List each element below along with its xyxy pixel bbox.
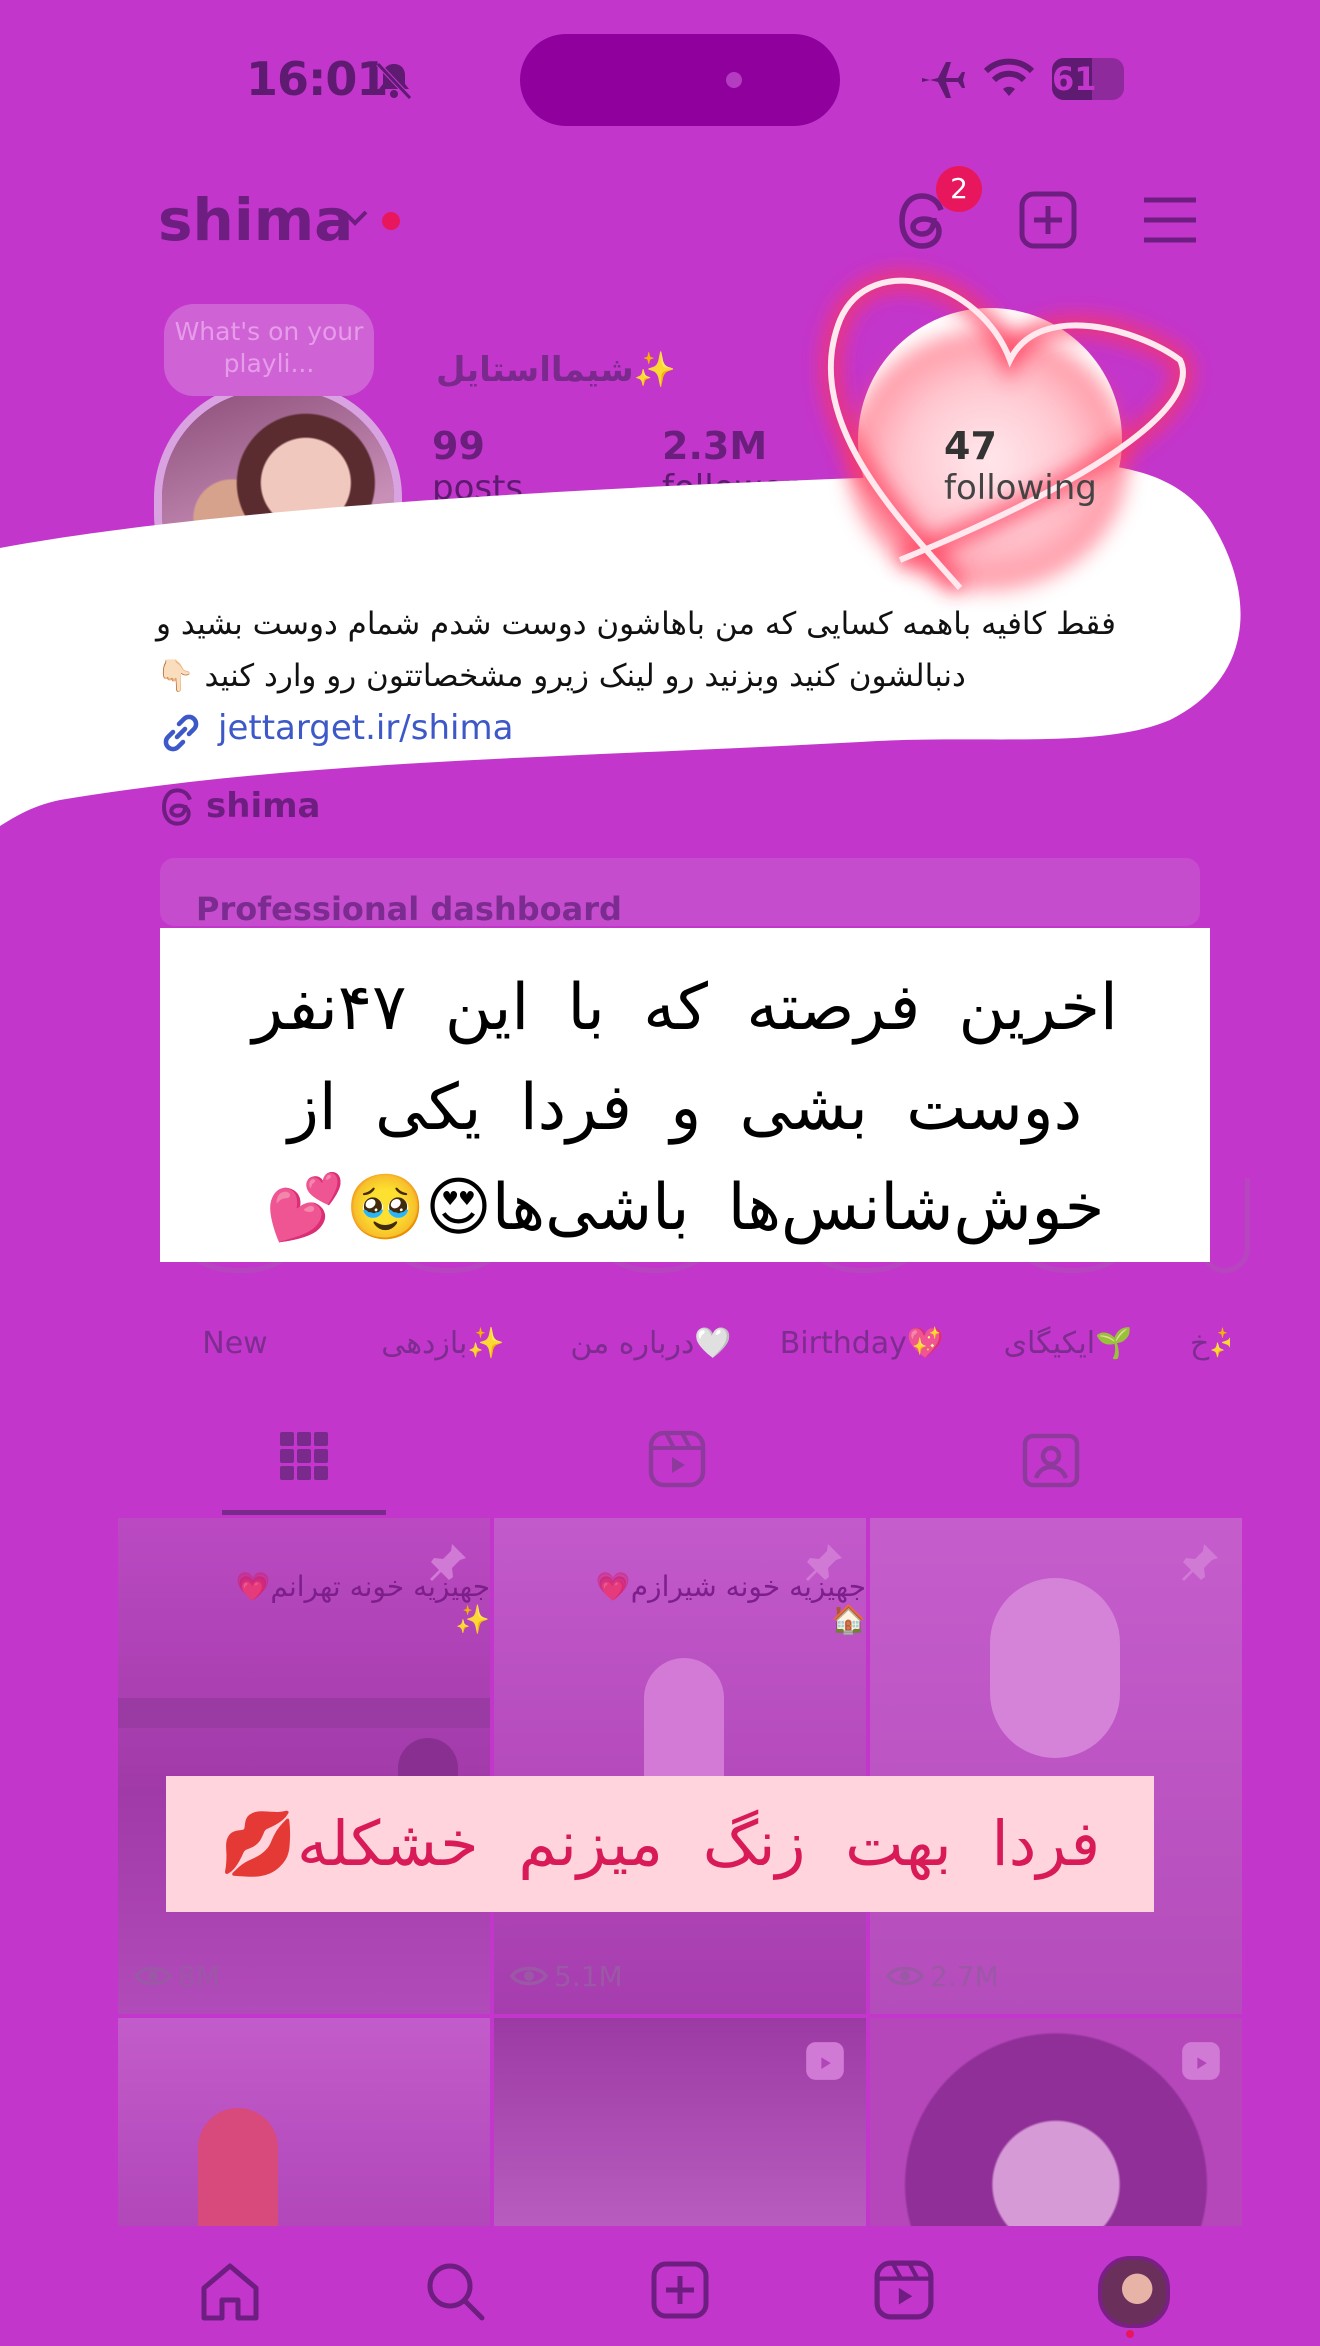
threads-profile-link[interactable]: shima	[206, 786, 320, 826]
nav-reels-icon[interactable]	[874, 2260, 934, 2320]
stat-label: following	[944, 468, 1097, 508]
highlight-label[interactable]: درباره من🤍	[551, 1326, 751, 1361]
caption-line: اخرین فرصته که با این ۴۷نفر	[252, 971, 1118, 1045]
grid-post[interactable]: جهیزیه خونه شیرازم💗🏠	[494, 1518, 866, 2014]
home-icon[interactable]	[198, 2262, 262, 2322]
profile-link[interactable]: jettarget.ir/shima	[218, 708, 513, 748]
bio-line: دنبالشون کنید وبزنید رو لینک زیرو مشخصات…	[156, 658, 966, 694]
eye-icon	[134, 1966, 172, 1986]
highlight-label[interactable]: بازدهی✨	[343, 1326, 543, 1361]
view-count: 8M	[178, 1960, 220, 1993]
pin-icon	[430, 1544, 466, 1581]
pin-icon	[806, 1544, 842, 1581]
nav-active-dot	[1126, 2330, 1134, 2338]
view-count: 2.7M	[930, 1960, 999, 1993]
torn-paper-overlay	[0, 271, 1241, 826]
grid-post[interactable]	[118, 2018, 490, 2226]
reels-tab-icon[interactable]	[648, 1430, 706, 1488]
highlight-label[interactable]: New	[135, 1326, 335, 1361]
story-caption-bottom: فردا بهت زنگ میزنم خشکله💋	[166, 1776, 1154, 1912]
caption-line: خوش‌شانس‌ها باشی‌ها😍🥹💕	[265, 1171, 1105, 1245]
highlight-label[interactable]: Birthday💖	[762, 1326, 962, 1361]
threads-small-icon	[161, 788, 192, 826]
active-tab-indicator	[222, 1510, 386, 1515]
stat-following[interactable]: 47 following	[944, 424, 1097, 508]
pin-icon	[1182, 1544, 1218, 1581]
grid-post[interactable]: جهیزیه خونه تهرانم💗✨	[118, 1518, 490, 2014]
bio-line: فقط کافیه باهمه کسایی که من باهاشون دوست…	[156, 606, 1116, 642]
link-icon	[163, 714, 199, 752]
view-count: 5.1M	[554, 1960, 623, 1993]
tagged-tab-icon[interactable]	[1022, 1430, 1080, 1488]
eye-icon	[886, 1966, 924, 1986]
dashboard-label: Professional dashboard	[196, 890, 622, 928]
caption-line: دوست بشی و فردا یکی از	[287, 1071, 1083, 1145]
grid-post[interactable]	[870, 1518, 1242, 2014]
nav-profile-avatar[interactable]	[1098, 2256, 1170, 2328]
story-caption-top: اخرین فرصته که با این ۴۷نفر دوست بشی و ف…	[160, 928, 1210, 1262]
profile-bio: فقط کافیه باهمه کسایی که من باهاشون دوست…	[156, 598, 1186, 702]
search-icon[interactable]	[424, 2260, 486, 2322]
highlight-label[interactable]: خ✨	[1190, 1326, 1230, 1361]
nav-create-icon[interactable]	[650, 2260, 710, 2320]
reel-indicator-icon	[1182, 2042, 1220, 2080]
highlight-label[interactable]: ایکیگای🌱	[968, 1326, 1168, 1361]
grid-tab-icon[interactable]	[278, 1430, 330, 1482]
reel-indicator-icon	[806, 2042, 844, 2080]
stat-value: 47	[944, 424, 997, 468]
eye-icon	[510, 1966, 548, 1986]
